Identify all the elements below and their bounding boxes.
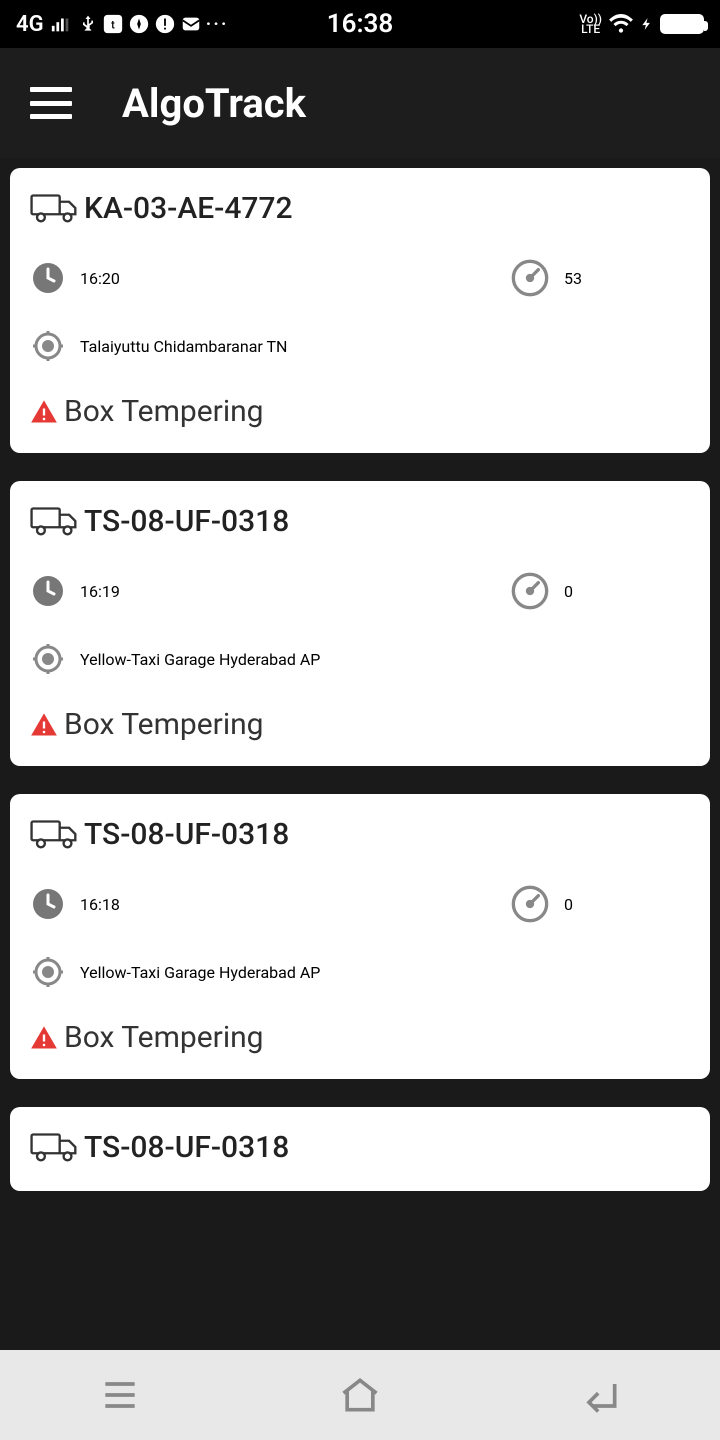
- vehicle-time: 16:20: [80, 269, 120, 288]
- speed-block: 53: [510, 258, 690, 298]
- clock-icon: [30, 573, 66, 609]
- vehicle-speed: 53: [564, 269, 582, 288]
- alert-icon: [154, 13, 176, 35]
- clock-icon: [30, 886, 66, 922]
- vehicle-alert: Box Tempering: [64, 707, 264, 742]
- vehicle-plate: TS-08-UF-0318: [84, 817, 289, 852]
- location-icon: [30, 328, 66, 364]
- time-block: 16:20: [30, 260, 510, 296]
- vehicle-header: TS-08-UF-0318: [30, 814, 690, 854]
- vehicle-location: Yellow-Taxi Garage Hyderabad AP: [80, 963, 320, 982]
- status-time: 16:38: [327, 9, 394, 39]
- status-right: Vo)) LTE: [579, 11, 704, 37]
- vehicle-plate: TS-08-UF-0318: [84, 504, 289, 539]
- vehicle-time: 16:18: [80, 895, 120, 914]
- more-icon: ···: [206, 12, 229, 36]
- vehicle-location: Talaiyuttu Chidambaranar TN: [80, 337, 287, 356]
- back-button[interactable]: [570, 1365, 630, 1425]
- warning-icon: [30, 711, 58, 739]
- gauge-icon: [510, 258, 550, 298]
- vehicle-card[interactable]: KA-03-AE-4772 16:20 53 Talaiyuttu Chidam…: [10, 168, 710, 453]
- signal-icon: [50, 13, 72, 35]
- gauge-icon: [510, 884, 550, 924]
- alert-row: Box Tempering: [30, 1020, 690, 1055]
- vehicle-speed: 0: [564, 582, 573, 601]
- vehicle-list: KA-03-AE-4772 16:20 53 Talaiyuttu Chidam…: [0, 158, 720, 1350]
- usb-icon: [78, 14, 98, 34]
- location-row: Yellow-Taxi Garage Hyderabad AP: [30, 641, 690, 677]
- status-left: 4G t ···: [16, 12, 229, 37]
- gauge-icon: [510, 571, 550, 611]
- truck-icon: [30, 814, 80, 854]
- network-type: 4G: [16, 12, 44, 37]
- menu-button[interactable]: [30, 87, 72, 119]
- vehicle-plate: TS-08-UF-0318: [84, 1130, 289, 1165]
- vehicle-card[interactable]: TS-08-UF-0318 16:18 0 Yellow-Taxi Garage…: [10, 794, 710, 1079]
- battery-icon: [660, 14, 704, 34]
- warning-icon: [30, 398, 58, 426]
- clock-icon: [30, 260, 66, 296]
- vehicle-header: TS-08-UF-0318: [30, 501, 690, 541]
- vehicle-plate: KA-03-AE-4772: [84, 191, 293, 226]
- app-icon: t: [102, 13, 124, 35]
- truck-icon: [30, 501, 80, 541]
- vehicle-speed: 0: [564, 895, 573, 914]
- location-row: Talaiyuttu Chidambaranar TN: [30, 328, 690, 364]
- vehicle-header: KA-03-AE-4772: [30, 188, 690, 228]
- wifi-icon: [608, 11, 634, 37]
- warning-icon: [30, 1024, 58, 1052]
- volte-icon: Vo)) LTE: [579, 14, 602, 34]
- svg-text:t: t: [111, 19, 115, 32]
- truck-icon: [30, 188, 80, 228]
- charging-icon: [640, 13, 654, 35]
- vehicle-alert: Box Tempering: [64, 394, 264, 429]
- alert-row: Box Tempering: [30, 394, 690, 429]
- mail-icon: [180, 13, 202, 35]
- truck-icon: [30, 1127, 80, 1167]
- vehicle-card[interactable]: TS-08-UF-0318 16:19 0 Yellow-Taxi Garage…: [10, 481, 710, 766]
- location-row: Yellow-Taxi Garage Hyderabad AP: [30, 954, 690, 990]
- location-icon: [30, 641, 66, 677]
- app-bar: AlgoTrack: [0, 48, 720, 158]
- home-button[interactable]: [330, 1365, 390, 1425]
- time-block: 16:19: [30, 573, 510, 609]
- vehicle-location: Yellow-Taxi Garage Hyderabad AP: [80, 650, 320, 669]
- location-icon: [30, 954, 66, 990]
- speed-block: 0: [510, 571, 690, 611]
- app-title: AlgoTrack: [122, 80, 306, 127]
- compass-icon: [128, 13, 150, 35]
- vehicle-time: 16:19: [80, 582, 120, 601]
- alert-row: Box Tempering: [30, 707, 690, 742]
- system-nav-bar: [0, 1350, 720, 1440]
- recent-apps-button[interactable]: [90, 1365, 150, 1425]
- speed-block: 0: [510, 884, 690, 924]
- time-block: 16:18: [30, 886, 510, 922]
- status-bar: 4G t ··· 16:38 Vo)) LTE: [0, 0, 720, 48]
- vehicle-header: TS-08-UF-0318: [30, 1127, 690, 1167]
- vehicle-alert: Box Tempering: [64, 1020, 264, 1055]
- vehicle-card[interactable]: TS-08-UF-0318: [10, 1107, 710, 1191]
